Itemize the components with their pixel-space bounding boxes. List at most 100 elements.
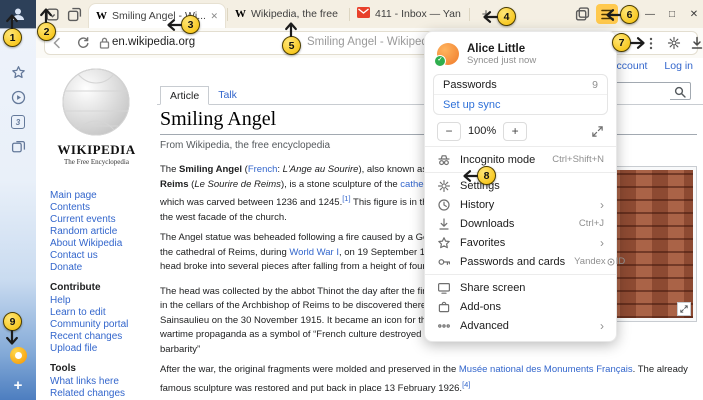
tab-bar: W Smiling Angel - Wi... ✕ W Wikipedia, t… <box>36 0 703 29</box>
setup-sync-row[interactable]: Set up sync <box>434 94 607 114</box>
wiki-link[interactable]: World War I <box>289 247 339 258</box>
menu-item-addons[interactable]: Add-ons <box>425 297 616 316</box>
video-play-icon[interactable] <box>9 88 27 106</box>
sync-status: Synced just now <box>467 55 536 66</box>
menu-divider <box>425 172 616 173</box>
tab-count: 3 <box>16 118 20 127</box>
tab-yandex-mail[interactable]: 411 - Inbox — Yandex Mail <box>350 3 468 25</box>
passwords-label: Passwords <box>443 79 497 91</box>
tab-talk[interactable]: Talk <box>209 86 246 105</box>
annotation-arrow <box>283 21 299 37</box>
nav-what-links-here[interactable]: What links here <box>50 376 154 388</box>
nav-contact-us[interactable]: Contact us <box>50 250 154 262</box>
url-text[interactable]: en.wikipedia.org <box>112 28 195 58</box>
nav-community-portal[interactable]: Community portal <box>50 319 154 331</box>
menu-item-shortcut: Ctrl+J <box>579 218 604 229</box>
nav-learn-to-edit[interactable]: Learn to edit <box>50 307 154 319</box>
favorites-star-icon[interactable] <box>9 63 27 81</box>
menu-item-incognito[interactable]: Incognito mode Ctrl+Shift+N <box>425 150 616 169</box>
menu-passwords-row[interactable]: Passwords 9 <box>434 75 607 94</box>
window-maximize-button[interactable]: □ <box>664 4 680 24</box>
wikipedia-favicon: W <box>235 8 246 20</box>
menu-divider <box>425 274 616 275</box>
wikipedia-tagline: The Free Encyclopedia <box>36 158 157 166</box>
submenu-chevron-icon: › <box>600 238 604 248</box>
extensions-icon[interactable] <box>667 36 681 50</box>
tab-smiling-angel[interactable]: W Smiling Angel - Wi... ✕ <box>88 3 226 28</box>
setup-sync-link: Set up sync <box>443 99 500 111</box>
smartbox-more-icon[interactable] <box>645 37 659 51</box>
menu-divider <box>425 146 616 147</box>
menu-item-label: Share screen <box>460 282 604 294</box>
star-icon <box>437 236 451 250</box>
menu-item-label: Advanced <box>460 320 591 332</box>
menu-item-downloads[interactable]: Downloads Ctrl+J <box>425 214 616 233</box>
nav-recent-changes[interactable]: Recent changes <box>50 331 154 343</box>
yandex-id-eye-icon <box>607 258 615 266</box>
collections-icon[interactable] <box>9 138 27 156</box>
annotation-arrow <box>605 7 621 23</box>
text-segment: The Angel statue was beheaded following … <box>160 232 439 243</box>
browser-menu: ✓ Alice Little Synced just now Passwords… <box>424 31 617 342</box>
zoom-in-button[interactable]: + <box>503 122 527 141</box>
search-icon[interactable] <box>674 85 686 103</box>
sidebar-add-button[interactable]: + <box>9 376 27 394</box>
annotation-1: 1 <box>3 28 22 47</box>
lock-icon[interactable] <box>98 36 112 50</box>
wiki-link[interactable]: French <box>248 164 278 175</box>
nav-contents[interactable]: Contents <box>50 202 154 214</box>
article-paragraph: After the war, the original fragments we… <box>160 363 695 396</box>
window-close-button[interactable]: ✕ <box>686 4 702 24</box>
login-link[interactable]: Log in <box>664 60 693 72</box>
key-icon <box>437 255 451 269</box>
text-segment: which was carved between 1236 and 1245. <box>160 197 342 208</box>
submenu-chevron-icon: › <box>600 321 604 331</box>
zoom-out-button[interactable]: − <box>437 122 461 141</box>
menu-item-share-screen[interactable]: Share screen <box>425 278 616 297</box>
annotation-6: 6 <box>620 5 639 24</box>
text-segment: After the war, the original fragments we… <box>160 364 459 375</box>
nav-upload-file[interactable]: Upload file <box>50 343 154 355</box>
yandex-id-text: Yandex <box>574 256 606 267</box>
menu-item-advanced[interactable]: Advanced › <box>425 316 616 335</box>
menu-item-passwords-cards[interactable]: Passwords and cards Yandex ID <box>425 252 616 271</box>
reference-link[interactable]: [1] <box>342 194 350 203</box>
wikipedia-logo[interactable] <box>60 66 132 138</box>
fullscreen-icon[interactable] <box>591 125 604 138</box>
window-minimize-button[interactable]: — <box>642 4 658 24</box>
annotation-arrow <box>166 17 182 33</box>
nav-random-article[interactable]: Random article <box>50 226 154 238</box>
new-window-icon[interactable] <box>66 6 83 23</box>
text-segment: L'Ange au Sourire <box>283 164 359 175</box>
text-segment: barbarity” <box>160 344 200 355</box>
nav-current-events[interactable]: Current events <box>50 214 154 226</box>
menu-item-label: Favorites <box>460 237 591 249</box>
wiki-link[interactable]: Musée national des Monuments Français <box>459 364 633 375</box>
reference-link[interactable]: [4] <box>462 380 470 389</box>
tab-panel-icon[interactable] <box>574 6 591 23</box>
sync-card: Passwords 9 Set up sync <box>433 74 608 115</box>
menu-item-settings[interactable]: Settings <box>425 176 616 195</box>
sync-check-icon: ✓ <box>434 55 446 67</box>
nav-help[interactable]: Help <box>50 295 154 307</box>
alice-assistant-icon[interactable] <box>9 346 27 364</box>
annotation-arrow <box>38 7 54 23</box>
menu-item-history[interactable]: History › <box>425 195 616 214</box>
downloads-tray-icon[interactable] <box>690 36 703 50</box>
nav-related-changes[interactable]: Related changes <box>50 388 154 400</box>
nav-about-wikipedia[interactable]: About Wikipedia <box>50 238 154 250</box>
text-segment: the west facade of the church. <box>160 212 287 223</box>
menu-item-label: Incognito mode <box>460 154 543 166</box>
refresh-icon[interactable] <box>76 36 90 50</box>
nav-main-page[interactable]: Main page <box>50 190 154 202</box>
tab-title: 411 - Inbox — Yandex Mail <box>375 8 461 20</box>
wiki-left-nav: Main page Contents Current events Random… <box>50 190 154 400</box>
text-segment: the cathedral of Reims, during <box>160 247 289 258</box>
tab-article[interactable]: Article <box>160 86 209 105</box>
tab-close-icon[interactable]: ✕ <box>210 11 218 22</box>
tab-counter-icon[interactable]: 3 <box>9 113 27 131</box>
nav-donate[interactable]: Donate <box>50 262 154 274</box>
menu-user-row[interactable]: ✓ Alice Little Synced just now <box>425 38 616 72</box>
menu-item-favorites[interactable]: Favorites › <box>425 233 616 252</box>
text-segment: , on 19 September 191 <box>339 247 436 258</box>
